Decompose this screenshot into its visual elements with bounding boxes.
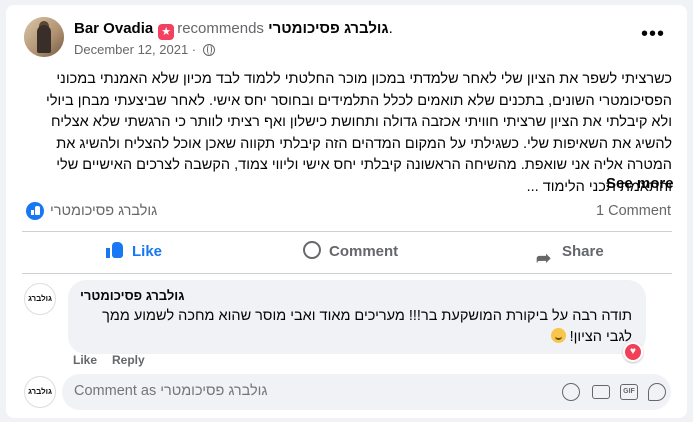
globe-icon <box>202 44 215 56</box>
sticker-icon[interactable] <box>648 383 666 401</box>
like-button[interactable]: Like <box>106 232 162 272</box>
see-more-link[interactable]: See more <box>606 175 674 192</box>
thumbs-up-icon <box>106 241 124 259</box>
comment-button[interactable]: Comment <box>303 232 398 272</box>
camera-icon[interactable] <box>592 385 610 399</box>
gif-icon[interactable]: GIF <box>620 384 638 400</box>
comment-text-wrap: תודה רבה על ביקורת המושקעת בר!!! מעריכים… <box>80 306 632 348</box>
more-options-icon[interactable]: ••• <box>641 24 664 47</box>
recommended-page-name[interactable]: גולברג פסיכומטרי <box>268 20 389 37</box>
author-name[interactable]: Bar Ovadia <box>74 20 153 37</box>
post-stats: גולברג פסיכומטרי 1 Comment <box>6 197 687 231</box>
avatar-figure <box>37 25 51 53</box>
post-body: כשרציתי לשפר את הציון שלי לאחר שלמדתי במ… <box>46 71 672 195</box>
comment-input[interactable] <box>74 383 424 399</box>
composer-avatar[interactable]: גולברג <box>24 376 56 408</box>
post-actions: Like Comment Share <box>22 232 672 278</box>
post-date-text[interactable]: December 12, 2021 · <box>74 42 196 57</box>
comment-bubble: גולברג פסיכומטרי תודה רבה על ביקורת המוש… <box>68 280 646 354</box>
comment-button-label: Comment <box>329 243 399 260</box>
post-date[interactable]: December 12, 2021 · <box>74 42 215 57</box>
share-button-label: Share <box>562 243 604 260</box>
emoji-icon[interactable] <box>562 383 580 401</box>
comment-author[interactable]: גולברג פסיכומטרי <box>80 288 184 303</box>
like-button-label: Like <box>132 243 163 260</box>
page-name-suffix: . <box>388 20 393 37</box>
actions-divider <box>22 273 672 274</box>
comment-count[interactable]: 1 Comment <box>596 203 671 219</box>
comment-reply-button[interactable]: Reply <box>112 353 145 367</box>
share-button[interactable]: Share <box>536 232 604 278</box>
reaction-names[interactable]: גולברג פסיכומטרי <box>50 203 157 219</box>
post-header: Bar Ovadia ★ recommends גולברג פסיכומטרי. … <box>6 5 687 63</box>
like-reaction-icon[interactable] <box>26 202 44 220</box>
author-avatar[interactable] <box>24 17 64 57</box>
comment-reaction-badge[interactable]: ♥ <box>623 342 643 362</box>
comment-bubble-icon <box>303 241 321 259</box>
post-card: Bar Ovadia ★ recommends גולברג פסיכומטרי. … <box>6 5 687 418</box>
post-title-line: Bar Ovadia ★ recommends גולברג פסיכומטרי. <box>74 20 393 40</box>
recommend-star-icon: ★ <box>158 24 175 40</box>
smile-emoji-icon <box>550 328 566 343</box>
recommends-label: recommends <box>177 20 264 37</box>
heart-icon: ♥ <box>625 344 641 360</box>
commenter-avatar[interactable]: גולברג <box>24 283 56 315</box>
comment-like-button[interactable]: Like <box>73 353 97 367</box>
share-arrow-icon <box>536 238 554 278</box>
comment-composer[interactable]: GIF <box>62 374 671 410</box>
